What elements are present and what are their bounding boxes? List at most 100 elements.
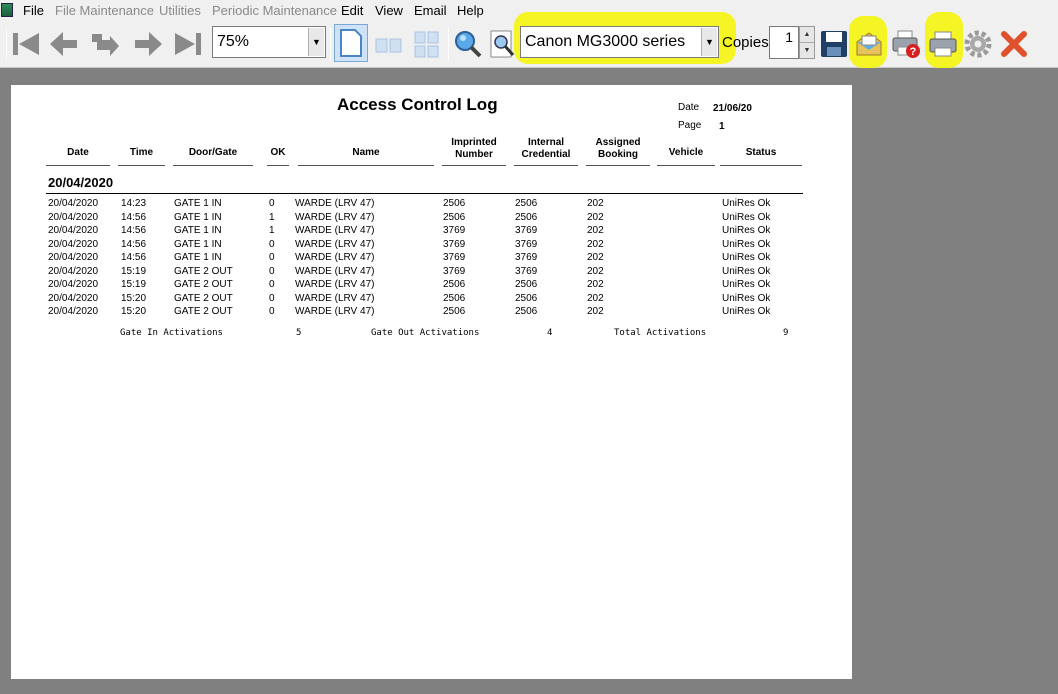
copies-label: Copies <box>722 34 769 51</box>
toolbar-separator <box>6 28 7 60</box>
stepper-up-icon[interactable]: ▲ <box>800 27 814 42</box>
chevron-down-icon[interactable]: ▼ <box>701 28 717 56</box>
first-page-button[interactable] <box>10 22 44 66</box>
previous-page-icon <box>50 32 77 56</box>
cell-ok: 1 <box>269 225 275 236</box>
email-button[interactable] <box>853 22 885 66</box>
printer-select[interactable]: Canon MG3000 series ▼ <box>520 26 719 58</box>
cell-booking: 202 <box>587 279 604 290</box>
cell-name: WARDE (LRV 47) <box>295 279 375 290</box>
cell-internal: 2506 <box>515 306 538 317</box>
settings-button[interactable] <box>962 22 994 66</box>
cell-door: GATE 2 OUT <box>174 292 233 304</box>
copies-input[interactable]: 1 <box>769 26 799 59</box>
close-button[interactable] <box>998 22 1030 66</box>
col-header-internal-line1: Internal <box>527 137 565 148</box>
chevron-down-icon[interactable]: ▼ <box>308 28 324 56</box>
cell-status: UniRes Ok <box>722 238 771 250</box>
toolbar: 75% ▼ Canon MG3000 series ▼ Copies 1 ▲ ▼… <box>0 12 1058 68</box>
cell-internal: 3769 <box>515 252 538 263</box>
cell-time: 14:23 <box>121 198 147 209</box>
two-page-icon <box>375 38 402 53</box>
printer-help-button[interactable]: ? <box>890 22 922 66</box>
cell-internal: 2506 <box>515 292 538 304</box>
table-row: 20/04/2020 14:23 GATE 1 IN 0 WARDE (LRV … <box>11 198 852 211</box>
menu-help[interactable]: Help <box>457 3 484 18</box>
col-header-vehicle: Vehicle <box>668 147 704 158</box>
col-header-assigned-line2: Booking <box>598 149 638 160</box>
zoom-button[interactable] <box>452 22 484 66</box>
stepper-down-icon[interactable]: ▼ <box>800 42 814 57</box>
cell-name: WARDE (LRV 47) <box>295 238 375 250</box>
header-underline <box>586 165 650 166</box>
cell-date: 20/04/2020 <box>48 211 99 223</box>
cell-date: 20/04/2020 <box>48 306 99 317</box>
cell-internal: 2506 <box>515 198 538 209</box>
multi-page-button[interactable] <box>410 22 444 66</box>
cell-status: UniRes Ok <box>722 225 771 236</box>
cell-door: GATE 1 IN <box>174 211 222 223</box>
cell-booking: 202 <box>587 238 604 250</box>
table-row: 20/04/2020 15:19 GATE 2 OUT 0 WARDE (LRV… <box>11 266 852 279</box>
col-header-name: Name <box>352 147 380 158</box>
cell-ok: 0 <box>269 252 275 263</box>
cell-time: 14:56 <box>121 238 147 250</box>
zoom-page-button[interactable] <box>487 22 519 66</box>
cell-booking: 202 <box>587 225 604 236</box>
cell-ok: 0 <box>269 292 275 304</box>
cell-time: 15:19 <box>121 265 147 277</box>
report-title: Access Control Log <box>337 95 498 114</box>
cell-internal: 2506 <box>515 211 538 223</box>
col-header-date: Date <box>67 147 89 158</box>
next-page-button[interactable] <box>132 22 166 66</box>
header-underline <box>118 165 165 166</box>
table-row: 20/04/2020 15:20 GATE 2 OUT 0 WARDE (LRV… <box>11 306 852 319</box>
two-page-button[interactable] <box>372 22 406 66</box>
cell-internal: 3769 <box>515 238 538 250</box>
cell-date: 20/04/2020 <box>48 279 99 290</box>
cell-name: WARDE (LRV 47) <box>295 306 375 317</box>
last-page-button[interactable] <box>170 22 204 66</box>
go-to-page-button[interactable] <box>88 22 122 66</box>
close-icon <box>1001 31 1027 57</box>
gate-in-label: Gate In Activations <box>120 328 223 338</box>
app-icon[interactable] <box>1 3 13 17</box>
total-label: Total Activations <box>614 328 707 338</box>
cell-status: UniRes Ok <box>722 198 771 209</box>
menu-file[interactable]: File <box>23 3 44 18</box>
zoom-select[interactable]: 75% ▼ <box>212 26 326 58</box>
cell-status: UniRes Ok <box>722 265 771 277</box>
header-underline <box>657 165 715 166</box>
table-row: 20/04/2020 14:56 GATE 1 IN 1 WARDE (LRV … <box>11 225 852 238</box>
copies-stepper[interactable]: ▲ ▼ <box>799 26 815 59</box>
cell-ok: 1 <box>269 211 275 223</box>
print-button[interactable] <box>927 22 959 66</box>
col-header-door: Door/Gate <box>188 147 238 158</box>
save-button[interactable] <box>818 22 850 66</box>
last-page-icon <box>175 33 201 55</box>
previous-page-button[interactable] <box>46 22 80 66</box>
col-header-assigned: Assigned Booking <box>586 137 650 161</box>
menu-view[interactable]: View <box>375 3 403 18</box>
cell-imprinted: 3769 <box>443 265 466 277</box>
cell-date: 20/04/2020 <box>48 225 99 236</box>
cell-name: WARDE (LRV 47) <box>295 265 375 277</box>
cell-imprinted: 3769 <box>443 238 466 250</box>
single-page-icon <box>340 29 362 57</box>
menu-edit[interactable]: Edit <box>341 3 363 18</box>
next-page-icon <box>135 32 162 56</box>
cell-ok: 0 <box>269 279 275 290</box>
cell-date: 20/04/2020 <box>48 238 99 250</box>
cell-date: 20/04/2020 <box>48 265 99 277</box>
cell-door: GATE 1 IN <box>174 225 222 236</box>
menu-periodic-maintenance: Periodic Maintenance <box>212 3 338 18</box>
cell-door: GATE 1 IN <box>174 238 222 250</box>
menu-email[interactable]: Email <box>414 3 447 18</box>
svg-text:?: ? <box>910 46 917 58</box>
cell-date: 20/04/2020 <box>48 198 99 209</box>
settings-icon <box>964 30 992 58</box>
single-page-button[interactable] <box>334 24 368 62</box>
cell-time: 14:56 <box>121 211 147 223</box>
col-header-ok: OK <box>270 147 286 158</box>
cell-imprinted: 2506 <box>443 211 466 223</box>
